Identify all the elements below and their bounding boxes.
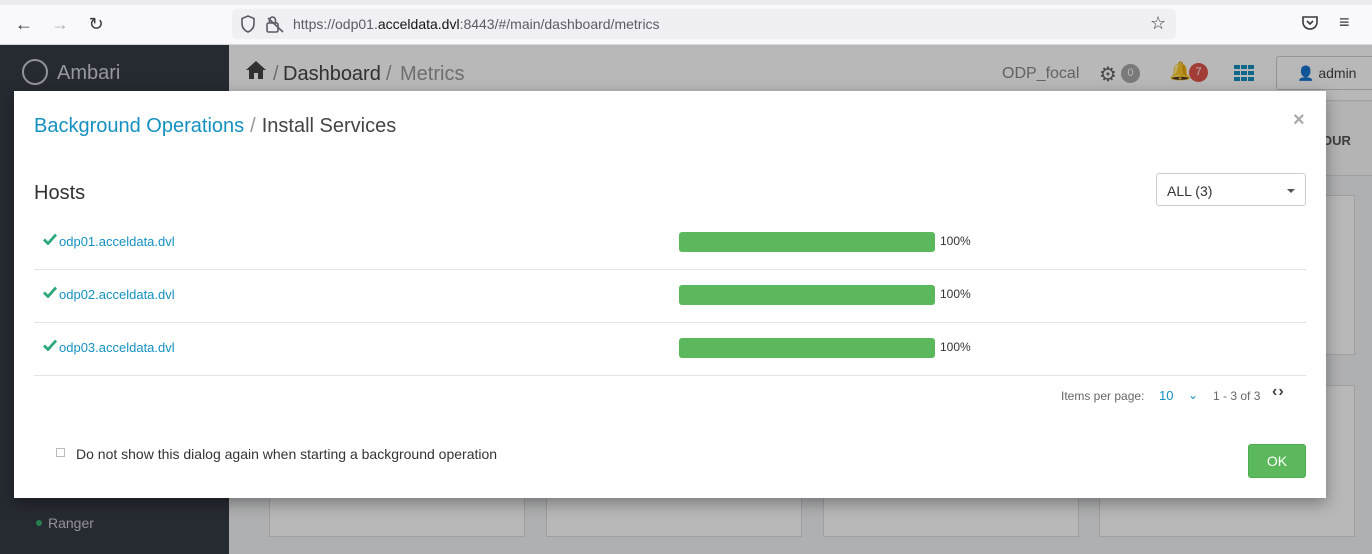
chevron-down-icon[interactable]: ⌄ — [1188, 388, 1198, 402]
forward-icon[interactable]: → — [49, 13, 71, 35]
browser-toolbar: ← → ↻ https://odp01.acceldata.dvl:8443/#… — [0, 0, 1372, 45]
items-per-page-label: Items per page: — [1061, 389, 1145, 403]
background-operations-modal: Background Operations / Install Services ×… — [14, 91, 1326, 498]
install-services-title: Install Services — [261, 115, 397, 137]
progress-percent: 100% — [940, 340, 971, 354]
progress-bar — [679, 338, 935, 358]
close-icon[interactable]: × — [1293, 109, 1305, 132]
host-row: odp02.acceldata.dvl 100% — [34, 270, 1306, 323]
host-link[interactable]: odp03.acceldata.dvl — [59, 340, 175, 355]
progress-percent: 100% — [940, 287, 971, 301]
tab-strip-edge — [0, 0, 1372, 5]
progress-fill — [679, 285, 935, 305]
back-icon[interactable]: ← — [13, 13, 35, 35]
hosts-heading: Hosts — [34, 182, 86, 204]
pocket-icon[interactable] — [1301, 15, 1319, 31]
dont-show-again-checkbox[interactable] — [56, 448, 65, 457]
progress-bar — [679, 232, 935, 252]
lock-warning-icon[interactable] — [265, 15, 285, 33]
progress-fill — [679, 338, 935, 358]
address-bar[interactable]: https://odp01.acceldata.dvl:8443/#/main/… — [232, 9, 1176, 39]
bookmark-star-icon[interactable]: ☆ — [1150, 13, 1166, 34]
check-icon — [43, 339, 57, 351]
pagination-range: 1 - 3 of 3 — [1213, 389, 1261, 403]
check-icon — [43, 286, 57, 298]
shield-icon[interactable] — [240, 15, 256, 33]
modal-title: Background Operations / Install Services — [34, 115, 396, 138]
host-filter-select[interactable]: ALL (3) — [1156, 173, 1306, 206]
items-per-page-select[interactable]: 10 — [1159, 388, 1173, 403]
background-operations-link[interactable]: Background Operations — [34, 115, 244, 137]
reload-icon[interactable]: ↻ — [85, 13, 107, 35]
filter-selected-value: ALL (3) — [1167, 183, 1213, 199]
host-row: odp03.acceldata.dvl 100% — [34, 323, 1306, 376]
caret-down-icon — [1287, 189, 1295, 193]
host-link[interactable]: odp02.acceldata.dvl — [59, 287, 175, 302]
progress-bar — [679, 285, 935, 305]
url-text[interactable]: https://odp01.acceldata.dvl:8443/#/main/… — [293, 16, 660, 32]
title-separator: / — [250, 115, 256, 137]
progress-percent: 100% — [940, 234, 971, 248]
check-icon — [43, 233, 57, 245]
dont-show-again-label: Do not show this dialog again when start… — [76, 446, 498, 462]
menu-icon[interactable]: ≡ — [1339, 12, 1350, 33]
chevron-right-icon[interactable]: › — [1278, 383, 1284, 400]
progress-fill — [679, 232, 935, 252]
host-link[interactable]: odp01.acceldata.dvl — [59, 234, 175, 249]
pagination-arrows: ‹› — [1272, 383, 1285, 401]
ok-button[interactable]: OK — [1248, 444, 1306, 478]
host-row: odp01.acceldata.dvl 100% — [34, 217, 1306, 270]
